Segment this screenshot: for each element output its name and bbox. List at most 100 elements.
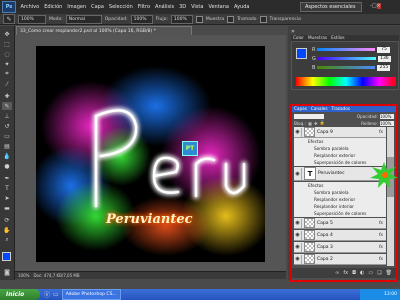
fill-field[interactable]: 100% bbox=[380, 120, 394, 126]
muestra-checkbox[interactable] bbox=[195, 15, 203, 23]
menu-ayuda[interactable]: Ayuda bbox=[231, 4, 251, 10]
brush-size-field[interactable]: 100% bbox=[18, 14, 46, 24]
close-button[interactable]: × bbox=[376, 3, 381, 9]
zoom-level[interactable]: 100% bbox=[18, 273, 29, 278]
tab-canales[interactable]: Canales bbox=[311, 106, 328, 112]
shape-tool-icon[interactable]: ▬ bbox=[2, 204, 12, 212]
red-value[interactable]: 75 bbox=[377, 46, 391, 53]
magic-wand-tool-icon[interactable]: ✦ bbox=[2, 60, 12, 68]
blur-tool-icon[interactable]: 💧 bbox=[2, 152, 12, 160]
lasso-tool-icon[interactable]: ◌ bbox=[2, 50, 12, 58]
menu-archivo[interactable]: Archivo bbox=[18, 4, 42, 10]
artwork-canvas[interactable]: PT Peruviantec bbox=[36, 46, 265, 262]
blue-value[interactable]: 255 bbox=[377, 64, 391, 71]
layer-row[interactable]: ◉ Capa 4 fx bbox=[294, 230, 386, 241]
tramado-checkbox[interactable] bbox=[227, 15, 235, 23]
layer-row[interactable]: ◉ Capa 9 fx bbox=[294, 127, 386, 138]
gradient-tool-icon[interactable]: ▤ bbox=[2, 142, 12, 150]
red-slider[interactable] bbox=[317, 48, 376, 51]
link-layers-icon[interactable]: ∞ bbox=[335, 270, 339, 276]
layer-row[interactable]: ◉ Capa 3 fx bbox=[294, 242, 386, 253]
hand-tool-icon[interactable]: ✋ bbox=[2, 226, 12, 234]
layers-scrollbar[interactable] bbox=[387, 127, 394, 266]
fx-icon[interactable]: fx bbox=[379, 257, 383, 262]
path-selection-tool-icon[interactable]: ➤ bbox=[2, 194, 12, 202]
brush-tool-icon-active[interactable]: ✎ bbox=[2, 102, 12, 110]
effect-item[interactable]: Sombra paralela bbox=[294, 189, 386, 196]
crop-tool-icon[interactable]: ⌗ bbox=[2, 70, 12, 78]
foreground-color-swatch[interactable] bbox=[2, 252, 11, 261]
adjustment-layer-icon[interactable]: ◐ bbox=[360, 270, 364, 276]
healing-tool-icon[interactable]: ✚ bbox=[2, 92, 12, 100]
green-value[interactable]: 136 bbox=[377, 55, 391, 62]
history-brush-tool-icon[interactable]: ↺ bbox=[2, 122, 12, 130]
menu-ventana[interactable]: Ventana bbox=[206, 4, 232, 10]
layer-opacity-field[interactable]: 100% bbox=[380, 113, 394, 119]
dodge-tool-icon[interactable]: ● bbox=[2, 162, 12, 170]
zoom-tool-icon[interactable]: ⌕ bbox=[2, 236, 12, 244]
menu-3d[interactable]: 3D bbox=[177, 4, 189, 10]
eye-icon[interactable]: ◉ bbox=[294, 218, 302, 228]
pen-tool-icon[interactable]: ✒ bbox=[2, 174, 12, 182]
workspace-select[interactable]: Aspectos esenciales bbox=[300, 2, 362, 12]
lock-all-icon[interactable]: 🔒 bbox=[319, 120, 324, 126]
eye-icon[interactable]: ◉ bbox=[294, 127, 302, 137]
document-tab[interactable]: 33_Como crear resplandor2.psd al 100% (C… bbox=[16, 26, 192, 35]
add-style-icon[interactable]: fx bbox=[343, 270, 348, 276]
quicklaunch-ie-icon[interactable]: ⓔ bbox=[44, 290, 50, 299]
color-spectrum-bar[interactable] bbox=[296, 77, 396, 86]
quicklaunch-folder-icon[interactable]: ▭ bbox=[53, 291, 59, 298]
lock-pixels-icon[interactable]: ▦ bbox=[308, 121, 312, 126]
tab-trazados[interactable]: Trazados bbox=[332, 106, 350, 112]
new-group-icon[interactable]: ▭ bbox=[368, 270, 373, 276]
add-mask-icon[interactable]: ◘ bbox=[352, 270, 356, 276]
fx-icon[interactable]: fx bbox=[379, 233, 383, 238]
effect-item[interactable]: Superposición de colores bbox=[294, 210, 386, 217]
effects-group[interactable]: Efectos bbox=[294, 138, 386, 145]
fx-icon[interactable]: fx bbox=[379, 221, 383, 226]
effect-item[interactable]: Sombra paralela bbox=[294, 145, 386, 152]
effect-item[interactable]: Resplandor exterior bbox=[294, 196, 386, 203]
tab-capas[interactable]: Capas bbox=[294, 106, 307, 112]
green-slider[interactable] bbox=[317, 57, 376, 60]
3d-rotate-tool-icon[interactable]: ⟳ bbox=[2, 216, 12, 224]
eye-icon[interactable]: ◉ bbox=[294, 167, 302, 180]
transparencia-checkbox[interactable] bbox=[259, 15, 267, 23]
blend-mode-select[interactable] bbox=[294, 113, 324, 119]
trash-icon[interactable]: 🗑 bbox=[386, 270, 392, 276]
brush-tool-icon[interactable]: ✎ bbox=[3, 14, 15, 24]
layer-row[interactable]: ◉ Capa 5 fx bbox=[294, 218, 386, 229]
lock-position-icon[interactable]: ✥ bbox=[314, 121, 318, 126]
eye-icon[interactable]: ◉ bbox=[294, 254, 302, 264]
menu-imagen[interactable]: Imagen bbox=[65, 4, 89, 10]
blue-slider[interactable] bbox=[317, 66, 376, 69]
start-button[interactable]: Inicio bbox=[0, 289, 40, 300]
menu-capa[interactable]: Capa bbox=[89, 4, 107, 10]
taskbar-photoshop-button[interactable]: Adobe Photoshop CS... bbox=[61, 289, 121, 300]
eye-icon[interactable]: ◉ bbox=[294, 230, 302, 240]
marquee-tool-icon[interactable]: ⬚ bbox=[2, 40, 12, 48]
flow-field[interactable]: 100% bbox=[170, 14, 193, 24]
menu-seleccion[interactable]: Selección bbox=[106, 4, 135, 10]
menu-filtro[interactable]: Filtro bbox=[135, 4, 152, 10]
color-panel-fg-swatch[interactable] bbox=[296, 48, 307, 59]
menu-edicion[interactable]: Edición bbox=[42, 4, 65, 10]
move-tool-icon[interactable]: ✥ bbox=[2, 30, 12, 38]
menu-vista[interactable]: Vista bbox=[189, 4, 206, 10]
eye-icon[interactable]: ◉ bbox=[294, 242, 302, 252]
eraser-tool-icon[interactable]: ▭ bbox=[2, 132, 12, 140]
menu-analisis[interactable]: Análisis bbox=[153, 4, 177, 10]
layers-panel-tabs: Capas Canales Trazados bbox=[292, 106, 396, 112]
eyedropper-tool-icon[interactable]: ⁄ bbox=[2, 80, 12, 88]
effect-item[interactable]: Resplandor exterior bbox=[294, 152, 386, 159]
effect-item[interactable]: Resplandor interior bbox=[294, 203, 386, 210]
quick-mask-icon[interactable]: ◙ bbox=[2, 268, 12, 276]
stamp-tool-icon[interactable]: ⊥ bbox=[2, 112, 12, 120]
type-tool-icon[interactable]: T bbox=[2, 184, 12, 192]
opacity-field[interactable]: 100% bbox=[130, 14, 153, 24]
layer-row[interactable]: ◉ Capa 2 fx bbox=[294, 254, 386, 265]
new-layer-icon[interactable]: ❏ bbox=[377, 270, 381, 276]
fx-icon[interactable]: fx bbox=[379, 245, 383, 250]
fx-icon[interactable]: fx bbox=[379, 130, 383, 135]
mode-select[interactable]: Normal bbox=[65, 14, 102, 24]
